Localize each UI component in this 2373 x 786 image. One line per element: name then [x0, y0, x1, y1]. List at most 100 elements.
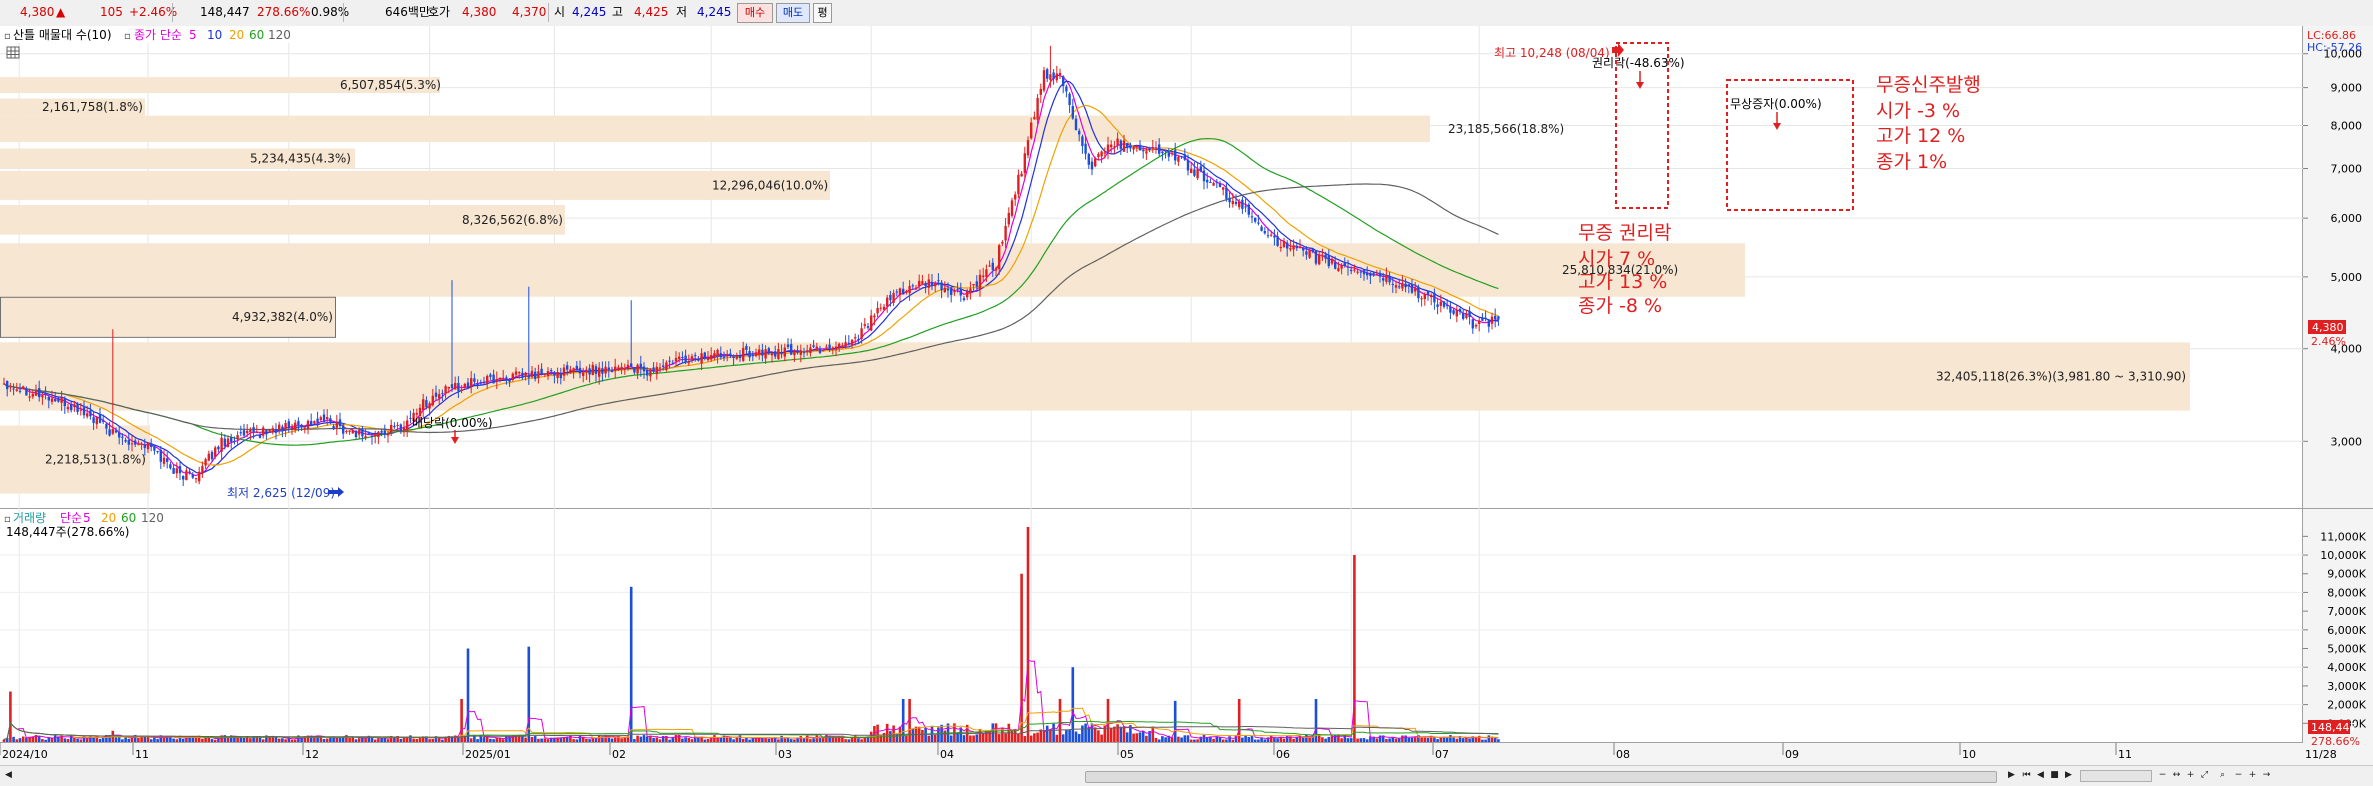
- candle-body: [1356, 271, 1359, 273]
- volume-bar: [1285, 735, 1289, 742]
- volume-bar: [351, 737, 355, 742]
- profile-label: 8,326,562(6.8%): [462, 213, 563, 227]
- candle-body: [89, 410, 92, 417]
- volume-bar: [649, 735, 652, 742]
- first-page-icon[interactable]: ⏮: [2020, 769, 2033, 782]
- zoom-slider[interactable]: [2080, 770, 2152, 782]
- scroll-right-icon[interactable]: ▶: [2005, 769, 2018, 782]
- candle-body: [687, 362, 690, 364]
- candle-body: [1170, 153, 1174, 155]
- note2-line: 종가 1%: [1876, 151, 1947, 173]
- candle-body: [230, 437, 233, 442]
- candle-body: [191, 474, 194, 478]
- candle-body: [703, 352, 706, 359]
- candle-body: [1449, 306, 1452, 313]
- volume-bar: [76, 738, 79, 742]
- candle-body: [22, 386, 25, 390]
- last-volume-pct-text: 278.66%: [2311, 735, 2360, 748]
- candle-body: [374, 433, 377, 437]
- candle-body: [591, 364, 594, 376]
- time-axis-label: 02: [612, 748, 626, 761]
- candle-body: [207, 453, 210, 461]
- volume-axis-label: 5,000K: [2327, 643, 2366, 656]
- candle-body: [482, 381, 486, 384]
- candle-body: [450, 384, 454, 389]
- buy-button[interactable]: 매수: [737, 3, 773, 23]
- candle-body: [1404, 283, 1407, 288]
- volume-bar: [1164, 737, 1167, 742]
- search-icon[interactable]: ⌕: [2216, 769, 2229, 782]
- volume-bar: [1484, 739, 1487, 742]
- candle-body: [614, 366, 617, 371]
- next-page-icon[interactable]: ▶: [2062, 769, 2075, 782]
- volume-bar: [1282, 738, 1286, 742]
- zoom-out-icon[interactable]: −: [2156, 769, 2169, 782]
- candle-body: [329, 418, 332, 424]
- plus-icon[interactable]: +: [2246, 769, 2259, 782]
- candle-body: [1062, 76, 1065, 87]
- candle-body: [134, 440, 137, 445]
- volume-bar: [1097, 730, 1100, 742]
- stop-icon[interactable]: ■: [2048, 769, 2061, 782]
- candle-body: [815, 346, 818, 349]
- volume-bar: [1269, 735, 1273, 742]
- candle-body: [268, 430, 271, 433]
- candle-body: [1276, 236, 1279, 246]
- volume-bar: [98, 738, 102, 742]
- candle-body: [265, 429, 268, 435]
- time-axis-label: 06: [1276, 748, 1290, 761]
- candle-body: [1497, 316, 1500, 320]
- horizontal-scrollbar[interactable]: ◀ ▶ ⏮ ◀ ■ ▶ − ↔ + ⤢ ⌕ − + →: [0, 765, 2373, 786]
- candle-body: [1458, 308, 1462, 312]
- volume-bar: [431, 738, 435, 742]
- sell-button[interactable]: 매도: [776, 3, 810, 23]
- time-axis-label: 08: [1616, 748, 1630, 761]
- volume-bar: [882, 732, 886, 742]
- candle-body: [950, 287, 953, 295]
- volume-bar: [780, 735, 783, 742]
- scroll-left-icon[interactable]: ◀: [2, 769, 15, 782]
- candle-body: [620, 366, 623, 370]
- candle-body: [156, 450, 159, 452]
- candle-body: [498, 377, 502, 380]
- candle-body: [271, 428, 274, 433]
- stock-chart[interactable]: 6,507,854(5.3%) 2,161,758(1.8%) 23,185,566…: [0, 26, 2373, 765]
- volume-bar: [284, 739, 287, 742]
- zoom-reset-icon[interactable]: ↔: [2170, 769, 2183, 782]
- volume-bar: [1247, 737, 1251, 742]
- candle-body: [1350, 269, 1353, 272]
- scroll-thumb[interactable]: [1085, 771, 1997, 783]
- zoom-in-icon[interactable]: +: [2184, 769, 2197, 782]
- volume-bar: [620, 738, 623, 742]
- candle-body: [626, 364, 630, 368]
- candle-body: [585, 369, 588, 373]
- volume-bar: [1138, 732, 1142, 742]
- candle-body: [332, 426, 335, 429]
- volume-bar: [543, 738, 547, 742]
- candle-body: [1382, 278, 1385, 281]
- minus-icon[interactable]: −: [2232, 769, 2245, 782]
- table-icon[interactable]: [6, 46, 20, 59]
- volume-ma-5: 5: [83, 511, 91, 525]
- time-axis-label: 12: [305, 748, 319, 761]
- volume-bar: [572, 739, 575, 742]
- candle-body: [121, 436, 124, 438]
- volume-bar: [1125, 732, 1129, 742]
- candle-body: [636, 364, 639, 374]
- volume-bar: [201, 738, 204, 742]
- volume-bar: [249, 738, 252, 742]
- volume-bar: [1036, 732, 1039, 742]
- volume-bar: [537, 738, 540, 742]
- zoom-fit-icon[interactable]: ⤢: [2198, 769, 2211, 782]
- volume-bar: [1401, 735, 1404, 742]
- extra-button[interactable]: 평: [813, 3, 832, 23]
- volume-bar: [1317, 735, 1321, 742]
- candle-body: [1055, 73, 1058, 81]
- profile-label: 2,218,513(1.8%): [45, 453, 146, 467]
- candle-body: [150, 443, 153, 448]
- candle-body: [665, 362, 668, 371]
- prev-page-icon[interactable]: ◀: [2034, 769, 2047, 782]
- candle-body: [1116, 138, 1119, 146]
- candle-body: [553, 372, 556, 376]
- arrow-right-icon[interactable]: →: [2260, 769, 2273, 782]
